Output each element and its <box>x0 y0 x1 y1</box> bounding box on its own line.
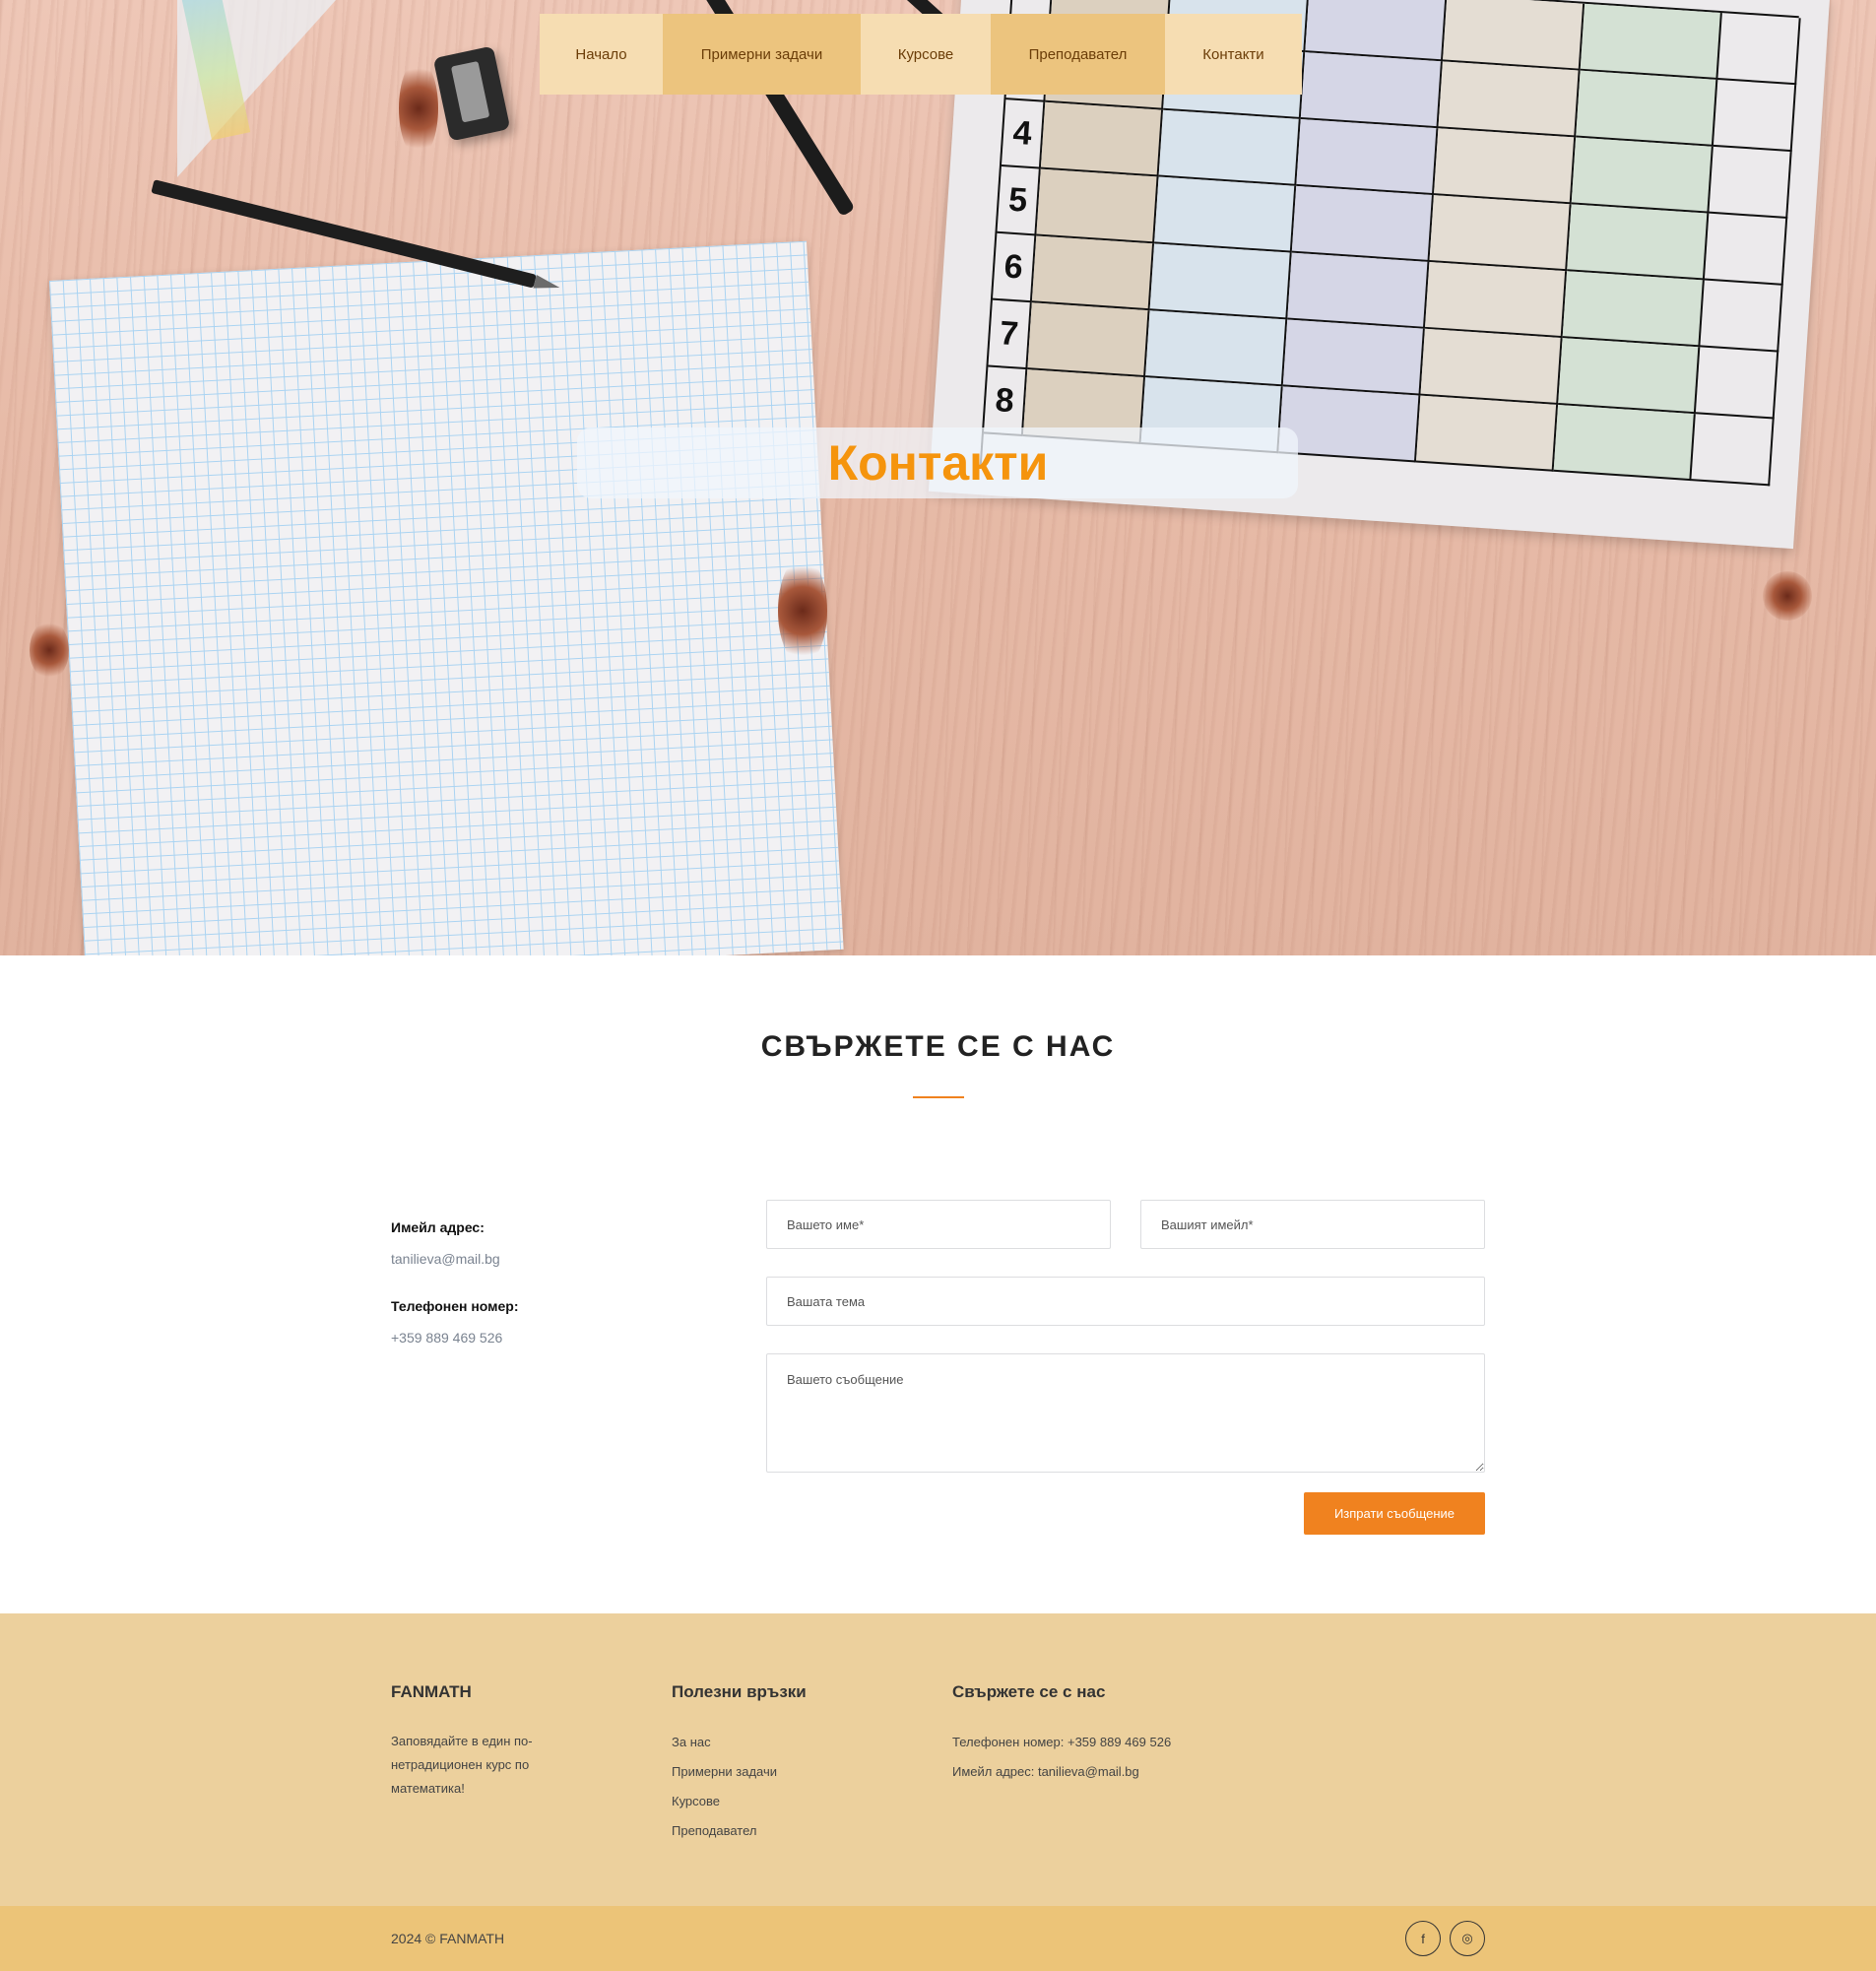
footer-links-title: Полезни връзки <box>672 1682 807 1701</box>
footer-brand-title: FANMATH <box>391 1682 472 1701</box>
footer-brand-text: Заповядайте в един по-нетрадиционен курс… <box>391 1734 533 1796</box>
nav-item-courses[interactable]: Курсове <box>861 14 991 95</box>
instagram-icon[interactable]: ◎ <box>1450 1921 1485 1956</box>
email-input[interactable] <box>1140 1200 1485 1249</box>
email-label: Имейл адрес: <box>391 1219 485 1235</box>
sharpener-image <box>432 45 511 142</box>
wood-knot <box>399 59 438 158</box>
schedule-row-number: 8 <box>983 366 1028 437</box>
hero-banner: 3 4 5 6 7 8 Начало Примерни задачи Курсо… <box>0 0 1876 955</box>
footer-link-courses[interactable]: Курсове <box>672 1794 720 1808</box>
page-title: Контакти <box>827 435 1049 491</box>
nav-item-home[interactable]: Начало <box>540 14 663 95</box>
footer-link-teacher[interactable]: Преподавател <box>672 1823 757 1838</box>
facebook-icon[interactable]: f <box>1405 1921 1441 1956</box>
phone-label: Телефонен номер: <box>391 1298 519 1314</box>
footer-contact-title: Свържете се с нас <box>952 1682 1106 1701</box>
nav-item-teacher[interactable]: Преподавател <box>991 14 1165 95</box>
name-input[interactable] <box>766 1200 1111 1249</box>
schedule-row-number: 7 <box>988 299 1032 370</box>
wood-knot <box>30 621 69 680</box>
schedule-row-number: 5 <box>997 165 1041 236</box>
footer-bottom-bar <box>0 1906 1876 1971</box>
graph-paper-image <box>49 240 844 955</box>
nav-item-contacts[interactable]: Контакти <box>1165 14 1302 95</box>
contact-section-heading: СВЪРЖЕТЕ СЕ С НАС <box>760 1030 1116 1063</box>
phone-value: +359 889 469 526 <box>391 1330 503 1346</box>
footer-link-sample-problems[interactable]: Примерни задачи <box>672 1764 777 1779</box>
schedule-row-number: 6 <box>992 232 1037 303</box>
footer <box>0 1613 1876 1906</box>
main-navigation: Начало Примерни задачи Курсове Преподава… <box>540 14 1302 95</box>
message-textarea[interactable] <box>766 1353 1485 1473</box>
wood-knot <box>1763 571 1812 621</box>
schedule-row-number: 4 <box>1001 99 1046 169</box>
email-value: tanilieva@mail.bg <box>391 1251 500 1267</box>
send-message-button[interactable]: Изпрати съобщение <box>1304 1492 1485 1535</box>
footer-contact-email: Имейл адрес: tanilieva@mail.bg <box>952 1764 1139 1779</box>
wood-knot <box>778 557 827 665</box>
nav-item-sample-problems[interactable]: Примерни задачи <box>663 14 861 95</box>
footer-contact-phone: Телефонен номер: +359 889 469 526 <box>952 1735 1172 1749</box>
subject-input[interactable] <box>766 1277 1485 1326</box>
heading-underline-divider <box>913 1096 964 1098</box>
footer-link-about[interactable]: За нас <box>672 1735 711 1749</box>
copyright-text: 2024 © FANMATH <box>391 1931 505 1946</box>
